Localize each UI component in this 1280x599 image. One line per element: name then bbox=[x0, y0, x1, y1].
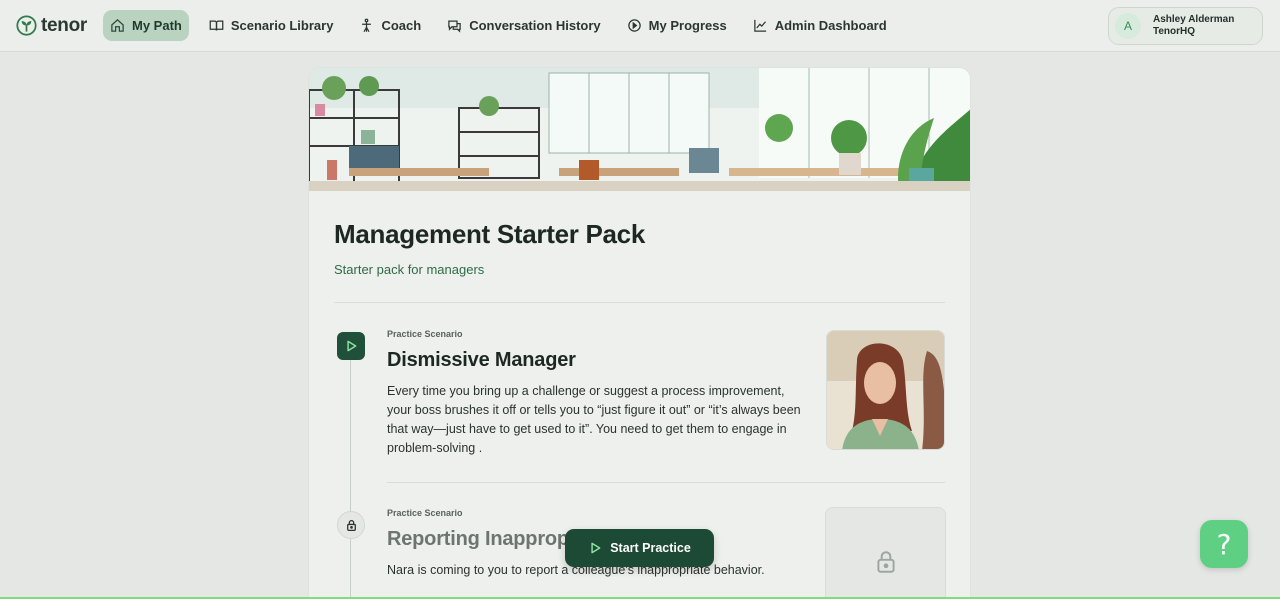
scenario-title[interactable]: Dismissive Manager bbox=[387, 349, 576, 372]
divider bbox=[387, 482, 945, 483]
scenario-description: Every time you bring up a challenge or s… bbox=[387, 384, 801, 455]
path-card: Management Starter Pack Starter pack for… bbox=[308, 67, 971, 599]
scenario-play-button[interactable] bbox=[337, 332, 365, 360]
nav-label: My Progress bbox=[648, 18, 727, 33]
nav-conversation-history[interactable]: Conversation History bbox=[440, 10, 606, 41]
logo[interactable]: tenor bbox=[16, 15, 104, 37]
nav-label: Conversation History bbox=[469, 18, 601, 33]
user-info: Ashley Alderman TenorHQ bbox=[1153, 14, 1234, 38]
progress-icon bbox=[627, 19, 641, 32]
nav-label: My Path bbox=[132, 18, 182, 33]
user-org: TenorHQ bbox=[1153, 26, 1196, 37]
chat-icon bbox=[448, 20, 461, 33]
scenario-kicker: Practice Scenario bbox=[387, 329, 463, 339]
top-nav: tenor My Path Scenario Library Coach Con… bbox=[0, 0, 1280, 52]
play-icon bbox=[347, 340, 357, 352]
scenario-thumbnail[interactable] bbox=[826, 330, 945, 450]
user-name: Ashley Alderman bbox=[1153, 14, 1235, 25]
help-icon: ? bbox=[1216, 527, 1232, 561]
manager-portrait-image bbox=[827, 331, 944, 449]
divider bbox=[334, 302, 945, 303]
play-icon bbox=[591, 542, 601, 554]
timeline-line bbox=[350, 360, 351, 599]
coach-icon bbox=[362, 18, 372, 33]
start-practice-label: Start Practice bbox=[610, 541, 691, 555]
nav-label: Coach bbox=[381, 18, 422, 33]
nav-coach[interactable]: Coach bbox=[352, 10, 427, 41]
nav-admin-dashboard[interactable]: Admin Dashboard bbox=[746, 10, 893, 41]
avatar: A bbox=[1115, 13, 1141, 39]
help-button[interactable]: ? bbox=[1200, 520, 1248, 568]
nav-scenario-library[interactable]: Scenario Library bbox=[202, 10, 340, 41]
book-icon bbox=[209, 20, 224, 31]
nav-my-progress[interactable]: My Progress bbox=[620, 10, 733, 41]
scenario-kicker: Practice Scenario bbox=[387, 508, 463, 518]
scenario-title[interactable]: Reporting Inappropri bbox=[387, 528, 582, 551]
nav-label: Scenario Library bbox=[230, 18, 334, 33]
tenor-logo-icon bbox=[16, 15, 37, 36]
office-banner-image bbox=[309, 68, 970, 191]
app-name: tenor bbox=[41, 14, 88, 36]
start-practice-button[interactable]: Start Practice bbox=[565, 529, 714, 567]
lock-icon bbox=[346, 519, 356, 531]
lock-icon bbox=[876, 551, 895, 573]
page-subtitle: Starter pack for managers bbox=[334, 262, 485, 277]
user-menu[interactable]: A Ashley Alderman TenorHQ bbox=[1108, 7, 1263, 45]
nav-label: Admin Dashboard bbox=[774, 18, 887, 33]
nav-my-path[interactable]: My Path bbox=[103, 10, 189, 41]
page-title: Management Starter Pack bbox=[334, 219, 646, 249]
locked-thumbnail bbox=[825, 507, 946, 599]
home-icon bbox=[111, 19, 124, 32]
scenario-locked-indicator bbox=[337, 511, 365, 539]
chart-line-icon bbox=[753, 19, 766, 32]
